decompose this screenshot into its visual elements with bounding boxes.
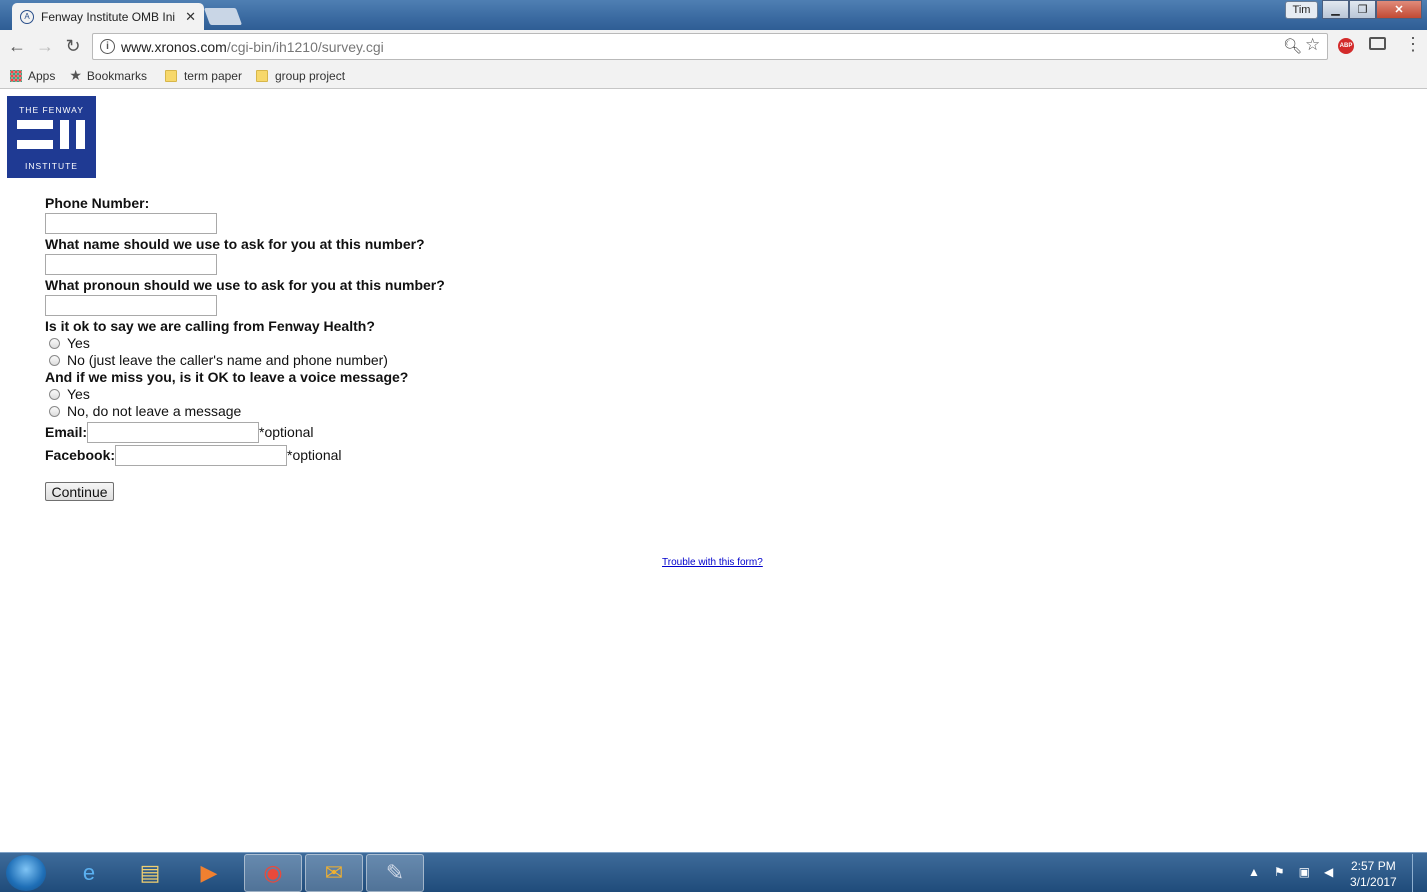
option-label: No, do not leave a message: [67, 403, 242, 419]
address-bar[interactable]: i www.xronos.com/cgi-bin/ih1210/survey.c…: [92, 33, 1328, 60]
logo-text-bottom: INSTITUTE: [25, 161, 78, 171]
bookmark-label: group project: [274, 68, 346, 83]
url-path: /cgi-bin/ih1210/survey.cgi: [226, 39, 384, 55]
internet-explorer-icon[interactable]: e: [60, 854, 118, 892]
facebook-optional-note: *optional: [287, 447, 342, 463]
trouble-link[interactable]: Trouble with this form?: [662, 557, 763, 568]
voicemail-yes-option[interactable]: Yes: [45, 386, 445, 403]
email-optional-note: *optional: [259, 424, 314, 440]
zoom-magnifier-icon[interactable]: 🔍︎: [1283, 37, 1302, 55]
phone-input[interactable]: [45, 213, 217, 234]
fenway-institute-logo: THE FENWAY INSTITUTE: [7, 96, 96, 178]
bookmarks-bar: Apps ★ Bookmarks term paper group projec…: [0, 63, 1427, 89]
back-arrow-icon[interactable]: ←: [7, 36, 27, 56]
start-button[interactable]: [6, 855, 46, 891]
media-player-icon[interactable]: ▶: [180, 854, 238, 892]
browser-tab[interactable]: A Fenway Institute OMB Ini ✕: [12, 3, 204, 30]
paint-icon[interactable]: ✎: [366, 854, 424, 892]
logo-bar: [60, 120, 69, 149]
bookmark-term-paper[interactable]: term paper: [164, 68, 242, 83]
tray-expand-icon[interactable]: ▲: [1248, 865, 1260, 879]
email-row: Email: *optional: [45, 421, 445, 443]
bookmark-apps[interactable]: Apps: [0, 69, 55, 83]
action-center-flag-icon[interactable]: ⚑: [1274, 865, 1285, 879]
close-window-button[interactable]: ✕: [1376, 0, 1422, 19]
forward-arrow-icon[interactable]: →: [35, 36, 55, 56]
tab-close-icon[interactable]: ✕: [185, 9, 196, 25]
option-label: Yes: [67, 335, 90, 351]
name-input[interactable]: [45, 254, 217, 275]
outlook-icon[interactable]: ✉: [305, 854, 363, 892]
file-explorer-icon[interactable]: ▤: [121, 854, 179, 892]
option-label: No (just leave the caller's name and pho…: [67, 352, 388, 368]
continue-button[interactable]: Continue: [45, 482, 114, 501]
bookmark-label: Apps: [28, 68, 56, 83]
reload-icon[interactable]: ↻: [63, 36, 83, 56]
windows-taskbar: e ▤ ▶ ◉ ✉ ✎ ▲ ⚑ ▣ ◀ 2:57 PM 3/1/2017: [0, 852, 1427, 892]
apps-grid-icon: [10, 69, 22, 82]
bookmark-star-icon[interactable]: ☆: [1305, 35, 1320, 55]
pronoun-input[interactable]: [45, 295, 217, 316]
info-icon[interactable]: i: [100, 39, 115, 54]
cast-icon[interactable]: [1369, 37, 1386, 50]
minimize-button[interactable]: ▁: [1322, 0, 1349, 19]
tab-title: Fenway Institute OMB Ini: [41, 9, 176, 24]
bookmark-label: term paper: [183, 68, 242, 83]
fenway-no-radio[interactable]: [49, 355, 60, 366]
show-desktop-button[interactable]: [1412, 854, 1426, 892]
window-controls: ▁ ❐ ✕: [1322, 0, 1422, 19]
url-text: www.xronos.com/cgi-bin/ih1210/survey.cgi: [121, 39, 384, 55]
fenway-yes-option[interactable]: Yes: [45, 335, 445, 352]
bookmark-label: Bookmarks: [86, 68, 147, 83]
chrome-menu-icon[interactable]: ⋮: [1404, 35, 1422, 53]
facebook-label: Facebook:: [45, 446, 116, 463]
profile-button[interactable]: Tim: [1285, 1, 1318, 19]
survey-form: Phone Number: What name should we use to…: [45, 195, 445, 501]
url-host: www.xronos.com: [121, 39, 227, 55]
fenway-yes-radio[interactable]: [49, 338, 60, 349]
pronoun-label: What pronoun should we use to ask for yo…: [45, 277, 445, 293]
facebook-row: Facebook: *optional: [45, 444, 445, 466]
network-icon[interactable]: ▣: [1299, 865, 1310, 879]
window-titlebar: A Fenway Institute OMB Ini ✕ Tim ▁ ❐ ✕: [0, 0, 1427, 30]
clock-date: 3/1/2017: [1350, 875, 1397, 889]
new-tab-button[interactable]: [203, 8, 243, 25]
email-input[interactable]: [87, 421, 260, 443]
taskbar-clock[interactable]: 2:57 PM 3/1/2017: [1350, 858, 1397, 890]
logo-bar: [17, 140, 53, 149]
site-favicon-icon: A: [20, 9, 34, 24]
volume-icon[interactable]: ◀: [1324, 865, 1333, 879]
option-label: Yes: [67, 386, 90, 402]
voicemail-yes-radio[interactable]: [49, 389, 60, 400]
name-label: What name should we use to ask for you a…: [45, 236, 425, 252]
fenway-no-option[interactable]: No (just leave the caller's name and pho…: [45, 352, 445, 369]
folder-icon: [164, 69, 177, 82]
star-icon: ★: [69, 67, 82, 83]
phone-label: Phone Number:: [45, 195, 150, 211]
logo-bar: [76, 120, 85, 149]
chrome-icon[interactable]: ◉: [244, 854, 302, 892]
voicemail-question-label: And if we miss you, is it OK to leave a …: [45, 369, 409, 385]
browser-toolbar: ← → ↻ i www.xronos.com/cgi-bin/ih1210/su…: [0, 30, 1427, 63]
voicemail-no-option[interactable]: No, do not leave a message: [45, 403, 445, 420]
logo-text-top: THE FENWAY: [19, 105, 84, 115]
system-tray: ▲ ⚑ ▣ ◀: [1248, 865, 1333, 879]
fenway-question-label: Is it ok to say we are calling from Fenw…: [45, 318, 375, 334]
maximize-button[interactable]: ❐: [1349, 0, 1376, 19]
voicemail-no-radio[interactable]: [49, 406, 60, 417]
clock-time: 2:57 PM: [1351, 859, 1396, 873]
bookmark-group-project[interactable]: group project: [255, 68, 346, 83]
folder-icon: [255, 69, 268, 82]
email-label: Email:: [45, 423, 88, 440]
logo-bar: [17, 120, 53, 129]
facebook-input[interactable]: [115, 444, 288, 466]
bookmark-bookmarks[interactable]: ★ Bookmarks: [69, 67, 147, 84]
adblock-icon[interactable]: ABP: [1338, 38, 1354, 54]
